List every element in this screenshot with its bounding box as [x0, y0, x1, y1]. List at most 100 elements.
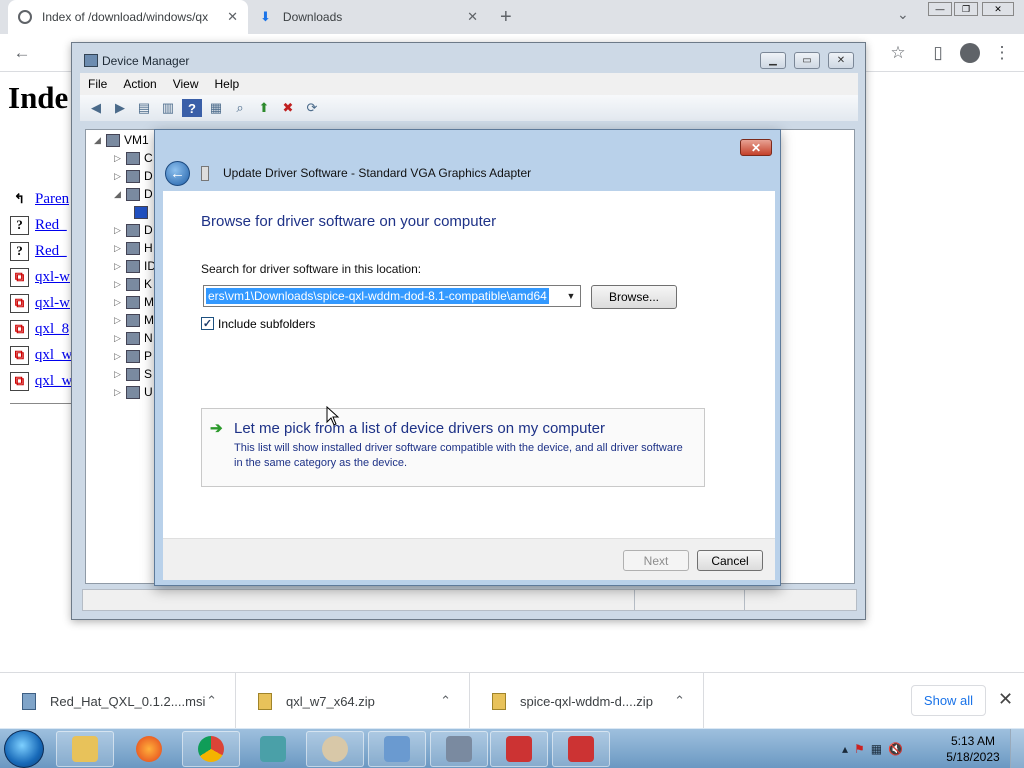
forward-icon[interactable]: ▶	[110, 99, 130, 117]
window-maximize-button[interactable]: ❐	[954, 2, 978, 16]
action-pane-icon[interactable]: ▦	[206, 99, 226, 117]
properties-icon[interactable]: ▥	[158, 99, 178, 117]
close-shelf-button[interactable]: ✕	[998, 689, 1013, 710]
tree-item[interactable]	[134, 203, 152, 221]
pick-from-list-option[interactable]: ➔ Let me pick from a list of device driv…	[201, 408, 705, 487]
window-close-button[interactable]: ✕	[982, 2, 1014, 16]
zip-file-icon	[492, 692, 506, 710]
update-driver-icon[interactable]: ⬆	[254, 99, 274, 117]
device-manager-taskbar-button[interactable]	[430, 731, 488, 767]
tab-downloads[interactable]: ⬇ Downloads ✕	[250, 0, 488, 34]
pick-from-list-title[interactable]: Let me pick from a list of device driver…	[234, 420, 605, 437]
tree-item[interactable]: ▷ D	[114, 167, 153, 185]
menu-view[interactable]: View	[165, 77, 207, 91]
include-subfolders-checkbox[interactable]: ✓	[201, 317, 214, 330]
list-item[interactable]: ⧉ qxl_w	[10, 371, 72, 391]
tree-item[interactable]: ▷ C	[114, 149, 153, 167]
network-taskbar-button[interactable]	[244, 731, 302, 767]
cancel-button[interactable]: Cancel	[697, 550, 763, 571]
tree-item[interactable]: ▷ N	[114, 329, 153, 347]
chevron-up-icon[interactable]: ⌃	[440, 693, 451, 709]
new-tab-button[interactable]: +	[500, 6, 512, 29]
update-driver-dialog: ✕ ← Update Driver Software - Standard VG…	[154, 129, 781, 586]
tab-search-button[interactable]: ⌄	[897, 6, 909, 23]
maximize-button[interactable]: ▭	[794, 52, 820, 69]
list-item[interactable]: ? Red_	[10, 241, 72, 261]
file-link[interactable]: Red_	[35, 243, 67, 260]
tree-item[interactable]: ▷ P	[114, 347, 152, 365]
download-item[interactable]: qxl_w7_x64.zip ⌃	[236, 673, 470, 729]
dropdown-arrow-icon[interactable]: ▼	[564, 288, 578, 304]
browse-button[interactable]: Browse...	[591, 285, 677, 309]
dialog-close-button[interactable]: ✕	[740, 139, 772, 156]
close-tab-icon[interactable]: ✕	[227, 9, 238, 25]
tree-item[interactable]: ▷ U	[114, 383, 153, 401]
tree-root[interactable]: ◢ VM1	[94, 131, 149, 149]
list-item[interactable]: ↰ Paren	[10, 189, 72, 209]
download-item[interactable]: spice-qxl-wddm-d....zip ⌃	[470, 673, 704, 729]
tree-item[interactable]: ▷ M	[114, 293, 154, 311]
minimize-button[interactable]: ▁	[760, 52, 786, 69]
list-item[interactable]: ⧉ qxl_8	[10, 319, 72, 339]
clock[interactable]: 5:13 AM 5/18/2023	[943, 733, 1003, 765]
show-hidden-icons-icon[interactable]: ▴	[842, 742, 848, 756]
help-icon[interactable]: ?	[182, 99, 202, 117]
network-icon[interactable]: ▦	[871, 742, 882, 756]
menu-action[interactable]: Action	[115, 77, 164, 91]
location-label: Search for driver software in this locat…	[201, 262, 422, 276]
toolbox-taskbar-button[interactable]	[490, 731, 548, 767]
close-tab-icon[interactable]: ✕	[467, 9, 478, 25]
download-item[interactable]: Red_Hat_QXL_0.1.2....msi ⌃	[0, 673, 236, 729]
list-item[interactable]: ⧉ qxl-w	[10, 293, 72, 313]
profile-icon[interactable]	[956, 39, 984, 67]
tree-item[interactable]: ▷ ID	[114, 257, 156, 275]
chevron-up-icon[interactable]: ⌃	[674, 693, 685, 709]
tree-item[interactable]: ▷ M	[114, 311, 154, 329]
paint-taskbar-button[interactable]	[306, 731, 364, 767]
path-combobox[interactable]: ers\vm1\Downloads\spice-qxl-wddm-dod-8.1…	[203, 285, 581, 307]
tab-index-of[interactable]: Index of /download/windows/qx ✕	[8, 0, 248, 34]
tree-item[interactable]: ▷ H	[114, 239, 153, 257]
start-button[interactable]	[4, 730, 44, 768]
toolbox-taskbar-button[interactable]	[552, 731, 610, 767]
back-icon[interactable]: ◀	[86, 99, 106, 117]
uninstall-icon[interactable]: ✖	[278, 99, 298, 117]
list-item[interactable]: ⧉ qxl_w	[10, 345, 72, 365]
more-menu-icon[interactable]: ⋮	[988, 39, 1016, 67]
tree-item[interactable]: ▷ K	[114, 275, 152, 293]
action-center-flag-icon[interactable]: ⚑	[854, 742, 865, 756]
path-input[interactable]: ers\vm1\Downloads\spice-qxl-wddm-dod-8.1…	[206, 288, 549, 304]
firefox-taskbar-button[interactable]	[120, 731, 178, 767]
tree-item[interactable]: ◢ D	[114, 185, 153, 203]
next-button[interactable]: Next	[623, 550, 689, 571]
file-link[interactable]: qxl_w	[35, 347, 72, 364]
menu-file[interactable]: File	[80, 77, 115, 91]
chrome-taskbar-button[interactable]	[182, 731, 240, 767]
file-link[interactable]: qxl-w	[35, 295, 70, 312]
file-link[interactable]: qxl-w	[35, 269, 70, 286]
enable-device-icon[interactable]: ⟳	[302, 99, 322, 117]
window-minimize-button[interactable]: —	[928, 2, 952, 16]
control-panel-taskbar-button[interactable]	[368, 731, 426, 767]
back-arrow-icon[interactable]: ←	[8, 39, 36, 67]
list-item[interactable]: ⧉ qxl-w	[10, 267, 72, 287]
show-desktop-button[interactable]	[1010, 729, 1024, 768]
volume-muted-icon[interactable]: 🔇	[888, 742, 903, 756]
side-panel-icon[interactable]: ▯	[924, 39, 952, 67]
explorer-taskbar-button[interactable]	[56, 731, 114, 767]
file-link[interactable]: Paren	[35, 191, 69, 208]
scan-hardware-icon[interactable]: ⌕	[230, 99, 250, 117]
menu-help[interactable]: Help	[207, 77, 248, 91]
list-item[interactable]: ? Red_	[10, 215, 72, 235]
close-button[interactable]: ✕	[828, 52, 854, 69]
back-arrow-icon[interactable]: ←	[165, 161, 190, 186]
file-link[interactable]: qxl_w	[35, 373, 72, 390]
file-link[interactable]: Red_	[35, 217, 67, 234]
show-all-button[interactable]: Show all	[911, 685, 986, 716]
chevron-up-icon[interactable]: ⌃	[206, 693, 217, 709]
star-icon[interactable]: ☆	[884, 39, 912, 67]
tree-item[interactable]: ▷ D	[114, 221, 153, 239]
tree-item[interactable]: ▷ S	[114, 365, 152, 383]
console-tree-icon[interactable]: ▤	[134, 99, 154, 117]
file-link[interactable]: qxl_8	[35, 321, 69, 338]
